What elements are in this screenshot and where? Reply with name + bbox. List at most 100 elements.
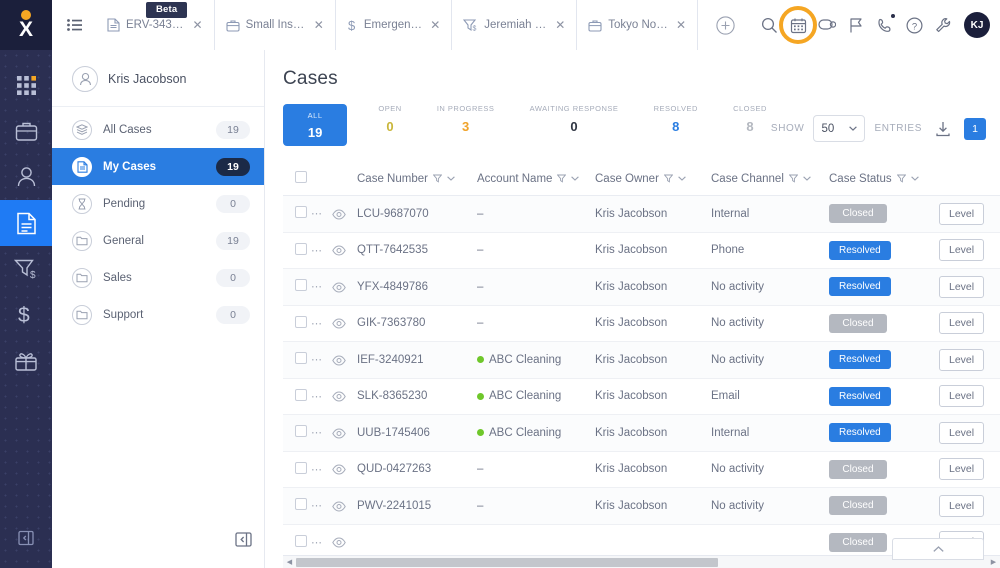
row-checkbox[interactable] (295, 279, 307, 292)
row-checkbox[interactable] (295, 461, 307, 474)
header-account-name[interactable]: Account Name (477, 162, 595, 196)
row-checkbox[interactable] (295, 242, 307, 255)
filter-icon[interactable] (557, 174, 567, 183)
stat-resolved[interactable]: RESOLVED 8 (650, 104, 702, 134)
close-icon[interactable]: ✕ (312, 19, 324, 31)
rail-item-contacts[interactable] (0, 154, 52, 200)
row-menu-icon[interactable]: ⋯ (311, 208, 323, 220)
close-icon[interactable]: ✕ (674, 19, 686, 31)
stat-awaiting-response[interactable]: AWAITING RESPONSE 0 (526, 104, 623, 134)
entries-per-page-select[interactable]: 50 (813, 115, 866, 142)
stat-all[interactable]: ALL 19 (283, 104, 348, 146)
close-icon[interactable]: ✕ (191, 19, 203, 31)
row-checkbox[interactable] (295, 352, 307, 365)
eye-icon[interactable] (332, 209, 346, 220)
header-case-channel[interactable]: Case Channel (711, 162, 829, 196)
rail-item-apps[interactable] (0, 62, 52, 108)
table-row[interactable]: ⋯ YFX-4849786– Kris Jacobson No activity Res… (283, 268, 1000, 306)
level-button[interactable]: Level (939, 275, 985, 298)
chevron-down-icon[interactable] (910, 176, 919, 181)
flag-icon[interactable] (843, 12, 869, 38)
row-menu-icon[interactable]: ⋯ (311, 464, 323, 476)
level-button[interactable]: Level (939, 385, 985, 408)
eye-icon[interactable] (332, 245, 346, 256)
scroll-top-button[interactable] (892, 538, 984, 560)
level-button[interactable]: Level (939, 421, 985, 444)
eye-icon[interactable] (332, 428, 346, 439)
row-checkbox[interactable] (295, 534, 307, 547)
page-number-button[interactable]: 1 (963, 117, 986, 140)
table-row[interactable]: ⋯ IEF-3240921 ABC Cleaning Kris Jacobson No … (283, 341, 1000, 379)
avatar[interactable]: KJ (964, 12, 990, 38)
header-case-status[interactable]: Case Status (829, 162, 939, 196)
level-button[interactable]: Level (939, 202, 985, 225)
row-menu-icon[interactable]: ⋯ (311, 391, 323, 403)
sidebar-item-general[interactable]: General 19 (52, 222, 264, 259)
wrench-icon[interactable] (930, 12, 956, 38)
scroll-right-icon[interactable]: ▶ (987, 558, 1000, 566)
table-row[interactable]: ⋯ SLK-8365230 ABC Cleaning Kris Jacobson Ema… (283, 378, 1000, 415)
eye-icon[interactable] (332, 464, 346, 475)
eye-icon[interactable] (332, 282, 346, 293)
rail-item-cases[interactable] (0, 200, 52, 246)
close-icon[interactable]: ✕ (553, 19, 565, 31)
scroll-left-icon[interactable]: ◀ (283, 558, 296, 566)
eye-icon[interactable] (332, 501, 346, 512)
chevron-down-icon[interactable] (803, 176, 811, 181)
level-button[interactable]: Level (939, 312, 985, 335)
level-button[interactable]: Level (939, 239, 985, 262)
stat-open[interactable]: OPEN 0 (374, 104, 405, 134)
tab-tokyo-noodle[interactable]: Tokyo Noodl... ✕ (577, 0, 698, 50)
tab-jeremiah-bul[interactable]: $ Jeremiah Bul... ✕ (452, 0, 578, 50)
row-menu-icon[interactable]: ⋯ (311, 245, 323, 257)
rail-item-briefcase[interactable] (0, 108, 52, 154)
sidebar-item-support[interactable]: Support 0 (52, 296, 264, 333)
select-all-checkbox[interactable] (295, 171, 307, 183)
sidebar-item-pending[interactable]: Pending 0 (52, 185, 264, 222)
collapse-sidebar-icon[interactable] (235, 531, 252, 548)
chevron-down-icon[interactable] (678, 176, 686, 181)
row-menu-icon[interactable]: ⋯ (311, 537, 323, 549)
table-row[interactable]: ⋯ LCU-9687070– Kris Jacobson Internal Closed… (283, 195, 1000, 233)
tab-small-insurance[interactable]: Small Insura... ✕ (214, 0, 336, 50)
filter-icon[interactable] (788, 174, 798, 183)
collapse-rail-icon[interactable] (0, 530, 52, 546)
table-row[interactable]: ⋯ GIK-7363780– Kris Jacobson No activity Clo… (283, 305, 1000, 342)
row-menu-icon[interactable]: ⋯ (311, 500, 323, 512)
row-menu-icon[interactable]: ⋯ (311, 427, 323, 439)
sidebar-item-all-cases[interactable]: All Cases 19 (52, 111, 264, 148)
rail-item-revenue[interactable]: $ (0, 292, 52, 338)
chevron-down-icon[interactable] (571, 176, 580, 181)
eye-icon[interactable] (332, 318, 346, 329)
sidebar-item-my-cases[interactable]: My Cases 19 (52, 148, 264, 185)
table-row[interactable]: ⋯ UUB-1745406 ABC Cleaning Kris Jacobson Int… (283, 414, 1000, 452)
stat-in-progress[interactable]: IN PROGRESS 3 (433, 104, 499, 134)
table-row[interactable]: ⋯ PWV-2241015– Kris Jacobson No activity Clo… (283, 487, 1000, 525)
level-button[interactable]: Level (939, 348, 985, 371)
tab-emergency[interactable]: $ Emergency ... ✕ (335, 0, 453, 50)
scrollbar-track[interactable] (296, 557, 987, 567)
row-checkbox[interactable] (295, 206, 307, 219)
scrollbar-thumb[interactable] (296, 557, 718, 567)
row-menu-icon[interactable]: ⋯ (311, 281, 323, 293)
header-case-owner[interactable]: Case Owner (595, 162, 711, 196)
chevron-down-icon[interactable] (447, 176, 455, 181)
stat-closed[interactable]: CLOSED 8 (729, 104, 771, 134)
row-checkbox[interactable] (295, 388, 307, 401)
level-button[interactable]: Level (939, 458, 985, 481)
chat-icon[interactable] (814, 12, 840, 38)
sidebar-item-sales[interactable]: Sales 0 (52, 259, 264, 296)
table-row[interactable]: ⋯ QUD-0427263– Kris Jacobson No activity Clo… (283, 451, 1000, 488)
row-checkbox[interactable] (295, 425, 307, 438)
phone-icon[interactable] (872, 12, 898, 38)
row-checkbox[interactable] (295, 498, 307, 511)
sidebar-user[interactable]: Kris Jacobson (52, 50, 264, 107)
filter-icon[interactable] (663, 174, 673, 183)
rail-item-pipeline[interactable]: $ (0, 246, 52, 292)
row-menu-icon[interactable]: ⋯ (311, 354, 323, 366)
add-tab-icon[interactable] (698, 0, 752, 50)
row-menu-icon[interactable]: ⋯ (311, 318, 323, 330)
calendar-icon[interactable] (779, 6, 817, 44)
help-icon[interactable]: ? (901, 12, 927, 38)
row-checkbox[interactable] (295, 315, 307, 328)
